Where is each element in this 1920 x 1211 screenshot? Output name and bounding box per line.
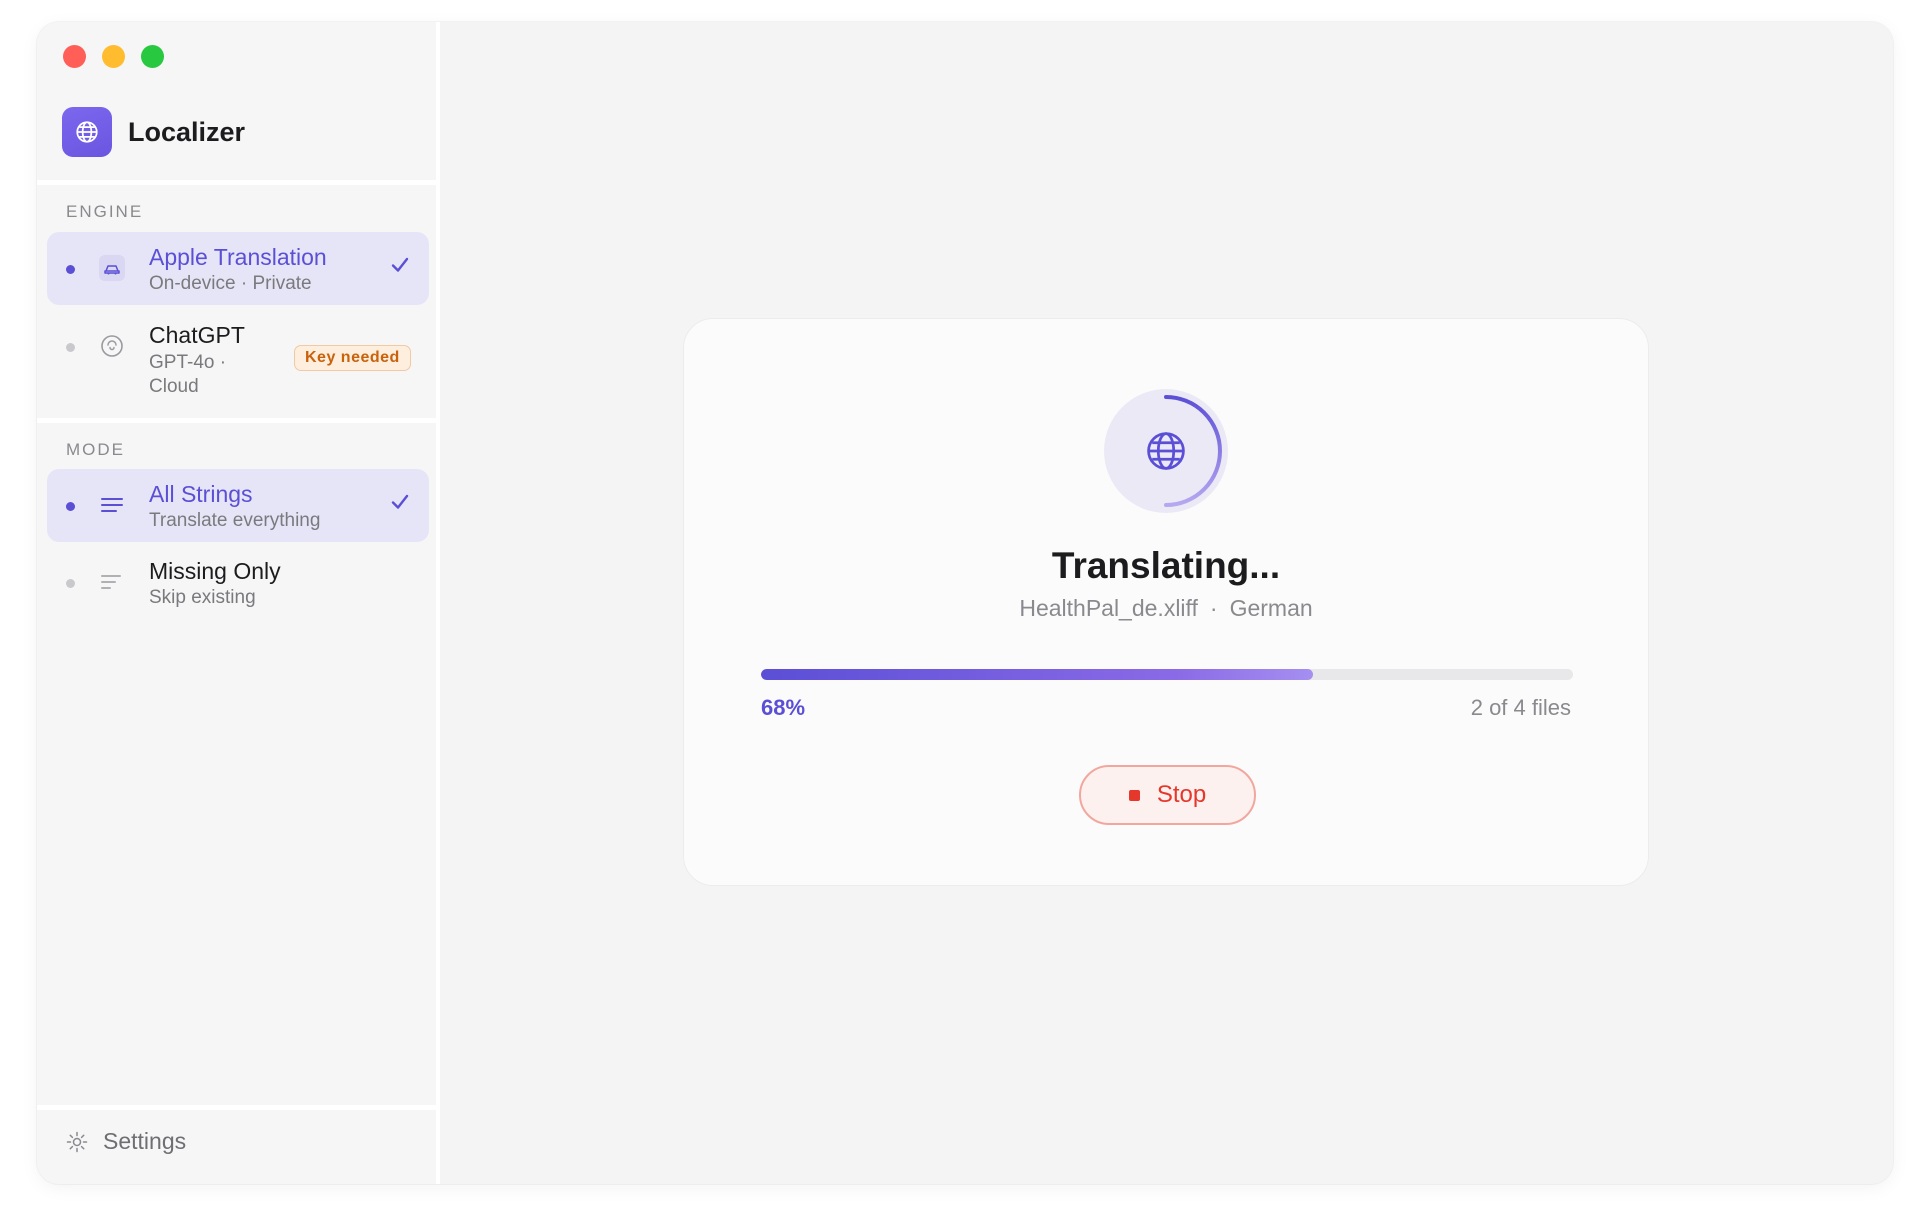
selection-dot bbox=[66, 265, 75, 274]
zoom-window-button[interactable] bbox=[141, 45, 164, 68]
engine-subtitle: On-device · Private bbox=[149, 273, 312, 294]
engine-item-chatgpt[interactable]: ChatGPT GPT-4o · Cloud Key needed bbox=[47, 310, 429, 420]
globe-icon bbox=[1147, 432, 1185, 470]
sidebar: Localizer ENGINE Apple Translation On-de… bbox=[37, 22, 440, 1184]
app-title: Localizer bbox=[128, 116, 246, 147]
checkmark-icon bbox=[391, 494, 409, 509]
progress-percent: 68% bbox=[761, 695, 806, 720]
settings-button[interactable]: Settings bbox=[65, 1128, 186, 1155]
mode-subtitle: Skip existing bbox=[149, 587, 256, 608]
mode-item-missing-only[interactable]: Missing Only Skip existing bbox=[47, 546, 429, 619]
stop-label: Stop bbox=[1156, 781, 1207, 808]
engine-title: Apple Translation bbox=[149, 244, 327, 270]
progress-heading: Translating... bbox=[1051, 545, 1281, 586]
mode-subtitle: Translate everything bbox=[149, 510, 321, 531]
mode-item-all-strings[interactable]: All Strings Translate everything bbox=[47, 469, 429, 542]
sidebar-divider bbox=[37, 1105, 440, 1110]
app-logo bbox=[62, 107, 112, 157]
progress-spinner bbox=[1104, 389, 1228, 513]
settings-label: Settings bbox=[103, 1128, 187, 1154]
lines-descending-icon bbox=[101, 575, 121, 589]
key-needed-badge: Key needed bbox=[294, 345, 411, 371]
sidebar-divider bbox=[37, 180, 440, 185]
minimize-window-button[interactable] bbox=[102, 45, 125, 68]
globe-icon bbox=[76, 121, 98, 143]
progress-bar bbox=[761, 669, 1573, 680]
app-window: Localizer ENGINE Apple Translation On-de… bbox=[37, 22, 1893, 1184]
engine-subtitle: GPT-4o · Cloud bbox=[149, 352, 227, 397]
checkmark-icon bbox=[391, 257, 409, 272]
stop-button[interactable]: Stop bbox=[1079, 765, 1256, 825]
separator-dot: · bbox=[1209, 595, 1218, 621]
file-info: HealthPal_de.xliff · German bbox=[684, 595, 1648, 622]
car-icon bbox=[99, 255, 125, 281]
engine-title: ChatGPT bbox=[149, 322, 245, 348]
engine-section-label: ENGINE bbox=[66, 202, 144, 221]
selection-dot bbox=[66, 579, 75, 588]
sidebar-divider bbox=[37, 418, 440, 423]
progress-card: Translating... HealthPal_de.xliff · German… bbox=[683, 318, 1649, 886]
mode-title: All Strings bbox=[149, 481, 253, 507]
gear-icon bbox=[66, 1131, 88, 1152]
progress-bar-fill bbox=[761, 669, 1314, 680]
selection-dot bbox=[66, 343, 75, 352]
target-language: German bbox=[1229, 595, 1313, 621]
file-count: 2 of 4 files bbox=[1470, 695, 1571, 720]
lines-icon bbox=[101, 498, 123, 512]
engine-item-apple-translation[interactable]: Apple Translation On-device · Private bbox=[47, 232, 429, 305]
mode-section-label: MODE bbox=[66, 440, 125, 459]
openai-icon bbox=[101, 335, 123, 357]
app-header: Localizer bbox=[62, 107, 245, 157]
file-name: HealthPal_de.xliff bbox=[1019, 595, 1198, 621]
window-controls bbox=[63, 45, 164, 68]
close-window-button[interactable] bbox=[63, 45, 86, 68]
mode-title: Missing Only bbox=[149, 558, 281, 584]
selection-dot bbox=[66, 502, 75, 511]
stop-icon bbox=[1128, 789, 1140, 801]
